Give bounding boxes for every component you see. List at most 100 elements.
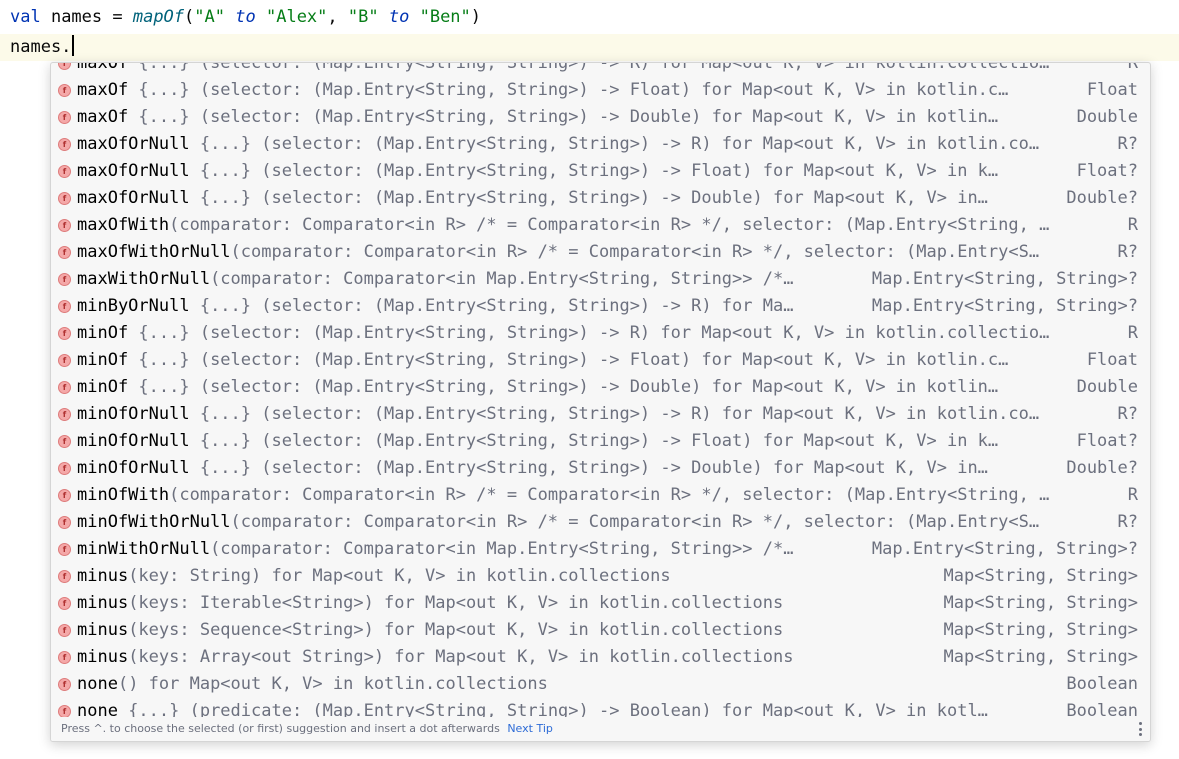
- completion-item-type: Float: [1080, 347, 1138, 374]
- completion-item-type: Map<String, String>: [937, 590, 1138, 617]
- next-tip-link[interactable]: Next Tip: [507, 722, 553, 735]
- completion-item-label: minWithOrNull(comparator: Comparator<in …: [77, 536, 793, 563]
- completion-item-signature: {...} (selector: (Map.Entry<String, Stri…: [189, 134, 1040, 154]
- function-icon: f: [58, 597, 71, 610]
- infix-to: to: [235, 7, 256, 27]
- completion-item-signature: {...} (selector: (Map.Entry<String, Stri…: [128, 323, 1050, 343]
- completion-item-name: minOfWith: [77, 485, 170, 505]
- completion-item-signature: (keys: Iterable<String>) for Map<out K, …: [128, 593, 784, 613]
- completion-item[interactable]: f maxOfWith(comparator: Comparator<in R> …: [51, 212, 1150, 239]
- string-literal: "A": [194, 7, 225, 27]
- completion-item-name: maxOf: [77, 80, 129, 100]
- function-icon: f: [58, 192, 71, 205]
- completion-item[interactable]: f minus(keys: Iterable<String>) for Map<o…: [51, 590, 1150, 617]
- completion-item-signature: (key: String) for Map<out K, V> in kotli…: [128, 566, 671, 586]
- function-icon: f: [58, 273, 71, 286]
- completion-item[interactable]: f minOf {...} (selector: (Map.Entry<Strin…: [51, 374, 1150, 401]
- completion-item-name: minOfOrNull: [77, 404, 190, 424]
- completion-item-signature: {...} (selector: (Map.Entry<String, Stri…: [189, 458, 988, 478]
- completion-item[interactable]: f maxOfOrNull {...} (selector: (Map.Entry…: [51, 185, 1150, 212]
- completion-item-type: Double: [1070, 104, 1138, 131]
- function-mapof: mapOf: [132, 7, 185, 27]
- completion-item-type: Double: [1070, 374, 1138, 401]
- code-line-2[interactable]: names.: [0, 34, 1179, 61]
- completion-item[interactable]: f minus(keys: Sequence<String>) for Map<o…: [51, 617, 1150, 644]
- completion-item-type: R?: [1111, 131, 1138, 158]
- completion-item[interactable]: f minWithOrNull(comparator: Comparator<in…: [51, 536, 1150, 563]
- function-icon: f: [58, 84, 71, 97]
- completion-item-label: minus(keys: Iterable<String>) for Map<ou…: [77, 590, 783, 617]
- completion-item[interactable]: f minOfWith(comparator: Comparator<in R> …: [51, 482, 1150, 509]
- completion-item-label: minByOrNull {...} (selector: (Map.Entry<…: [77, 293, 793, 320]
- completion-item-name: minus: [77, 620, 129, 640]
- function-icon: f: [58, 138, 71, 151]
- completion-item-label: minOfWith(comparator: Comparator<in R> /…: [77, 482, 1049, 509]
- code-line-1[interactable]: val names = mapOf("A" to "Alex", "B" to …: [0, 4, 1179, 31]
- code-text: names =: [40, 7, 133, 27]
- string-literal: "Alex": [265, 7, 328, 27]
- function-icon: f: [58, 327, 71, 340]
- completion-item-type: R: [1121, 212, 1138, 239]
- completion-item-type: Map.Entry<String, String>?: [865, 266, 1138, 293]
- completion-item[interactable]: f minByOrNull {...} (selector: (Map.Entry…: [51, 293, 1150, 320]
- completion-item[interactable]: f maxOfOrNull {...} (selector: (Map.Entry…: [51, 131, 1150, 158]
- completion-item[interactable]: f maxOf {...} (selector: (Map.Entry<Strin…: [51, 77, 1150, 104]
- completion-item-signature: (comparator: Comparator<in R> /* = Compa…: [169, 485, 1050, 505]
- function-icon: f: [58, 111, 71, 124]
- completion-item[interactable]: f maxOf {...} (selector: (Map.Entry<Strin…: [51, 63, 1150, 77]
- completion-item-label: minus(key: String) for Map<out K, V> in …: [77, 563, 671, 590]
- completion-list[interactable]: f maxOf {...} (selector: (Map.Entry<Strin…: [51, 63, 1150, 725]
- completion-item-label: minOfOrNull {...} (selector: (Map.Entry<…: [77, 455, 988, 482]
- comma: ,: [327, 7, 348, 27]
- completion-item-type: R?: [1111, 509, 1138, 536]
- string-literal: "Ben": [419, 7, 471, 27]
- paren-close: ): [470, 7, 482, 27]
- completion-item[interactable]: f minOf {...} (selector: (Map.Entry<Strin…: [51, 320, 1150, 347]
- completion-item-type: Float: [1080, 77, 1138, 104]
- completion-item[interactable]: f minOfOrNull {...} (selector: (Map.Entry…: [51, 401, 1150, 428]
- function-icon: f: [58, 624, 71, 637]
- completion-popup[interactable]: f maxOf {...} (selector: (Map.Entry<Strin…: [50, 62, 1151, 742]
- completion-item-label: maxOfOrNull {...} (selector: (Map.Entry<…: [77, 158, 998, 185]
- completion-item-name: minOfOrNull: [77, 458, 190, 478]
- completion-item[interactable]: f minus(key: String) for Map<out K, V> in…: [51, 563, 1150, 590]
- completion-item-label: none() for Map<out K, V> in kotlin.colle…: [77, 671, 548, 698]
- completion-item-type: R?: [1111, 239, 1138, 266]
- completion-item-type: Map.Entry<String, String>?: [865, 536, 1138, 563]
- completion-item-name: maxOf: [77, 107, 129, 127]
- more-options-icon[interactable]: [1138, 722, 1142, 736]
- function-icon: f: [58, 489, 71, 502]
- footer-hint: Press ^. to choose the selected (or firs…: [61, 722, 500, 735]
- function-icon: f: [58, 300, 71, 313]
- completion-item-name: none: [77, 674, 118, 694]
- completion-item-label: minOfWithOrNull(comparator: Comparator<i…: [77, 509, 1039, 536]
- completion-item[interactable]: f minOf {...} (selector: (Map.Entry<Strin…: [51, 347, 1150, 374]
- completion-item-signature: {...} (selector: (Map.Entry<String, Stri…: [189, 161, 999, 181]
- completion-item-name: minWithOrNull: [77, 539, 211, 559]
- function-icon: f: [58, 678, 71, 691]
- infix-to: to: [388, 7, 410, 27]
- completion-item[interactable]: f maxWithOrNull(comparator: Comparator<in…: [51, 266, 1150, 293]
- completion-item[interactable]: f minus(keys: Array<out String>) for Map<…: [51, 644, 1150, 671]
- completion-item-name: minus: [77, 566, 129, 586]
- completion-item[interactable]: f minOfOrNull {...} (selector: (Map.Entry…: [51, 455, 1150, 482]
- completion-item-signature: (comparator: Comparator<in Map.Entry<Str…: [210, 539, 794, 559]
- completion-item-signature: {...} (selector: (Map.Entry<String, Stri…: [128, 350, 1009, 370]
- completion-item[interactable]: f none() for Map<out K, V> in kotlin.coll…: [51, 671, 1150, 698]
- completion-item[interactable]: f maxOf {...} (selector: (Map.Entry<Strin…: [51, 104, 1150, 131]
- function-icon: f: [58, 462, 71, 475]
- completion-item[interactable]: f maxOfWithOrNull(comparator: Comparator<…: [51, 239, 1150, 266]
- string-literal: "B": [347, 7, 379, 27]
- completion-item[interactable]: f minOfWithOrNull(comparator: Comparator<…: [51, 509, 1150, 536]
- completion-item-signature: {...} (selector: (Map.Entry<String, Stri…: [189, 188, 988, 208]
- completion-item-label: maxOfOrNull {...} (selector: (Map.Entry<…: [77, 131, 1039, 158]
- completion-item[interactable]: f maxOfOrNull {...} (selector: (Map.Entry…: [51, 158, 1150, 185]
- completion-item-label: minus(keys: Sequence<String>) for Map<ou…: [77, 617, 783, 644]
- function-icon: f: [58, 63, 71, 70]
- completion-item[interactable]: f minOfOrNull {...} (selector: (Map.Entry…: [51, 428, 1150, 455]
- completion-item-label: maxOfOrNull {...} (selector: (Map.Entry<…: [77, 185, 988, 212]
- completion-item-signature: {...} (selector: (Map.Entry<String, Stri…: [128, 377, 999, 397]
- completion-item-label: maxWithOrNull(comparator: Comparator<in …: [77, 266, 793, 293]
- completion-item-name: minOfWithOrNull: [77, 512, 231, 532]
- completion-item-signature: () for Map<out K, V> in kotlin.collectio…: [117, 674, 548, 694]
